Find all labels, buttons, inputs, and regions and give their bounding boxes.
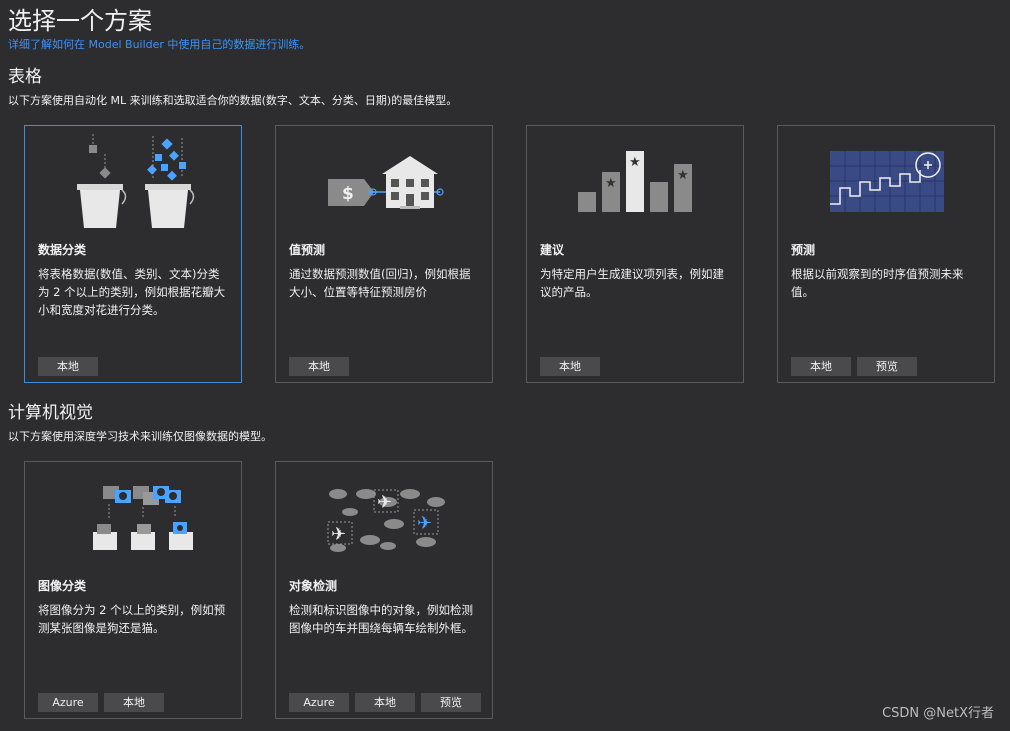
svg-text:★: ★ [605,176,617,191]
card-title: 数据分类 [38,243,87,257]
timeseries-icon [778,126,994,236]
card-description: 通过数据预测数值(回归)，例如根据大小、位置等特征预测房价 [289,267,471,299]
tag-azure[interactable]: Azure [289,693,349,712]
section-title-computer-vision: 计算机视觉 [8,403,93,423]
svg-text:★: ★ [677,168,689,183]
scenario-card-object-detection[interactable]: ✈ ✈ ✈ 对象检测 检测和标识图像中的对象，例如检测图像中的车并围绕每辆车绘制… [275,461,493,719]
card-description: 为特定用户生成建议项列表，例如建议的产品。 [540,267,724,299]
tag-local[interactable]: 本地 [355,693,415,712]
tag-local[interactable]: 本地 [104,693,164,712]
svg-text:✈: ✈ [417,513,432,534]
house-price-icon: $ [276,126,492,236]
tag-azure[interactable]: Azure [38,693,98,712]
card-description: 根据以前观察到的时序值预测未来值。 [791,267,964,299]
buckets-icon [25,126,241,236]
tag-local[interactable]: 本地 [540,357,600,376]
card-title: 对象检测 [289,579,338,593]
card-description: 将表格数据(数值、类别、文本)分类为 2 个以上的类别，例如根据花瓣大小和宽度对… [38,267,226,317]
card-title: 图像分类 [38,579,87,593]
scenario-card-value-prediction[interactable]: $ 值预测 通过数据预测数值(回归)，例如根据大小、位置等特征预测房价 本地 [275,125,493,383]
card-title: 建议 [540,243,565,257]
scenario-card-image-classification[interactable]: 图像分类 将图像分为 2 个以上的类别，例如预测某张图像是狗还是猫。 Azure… [24,461,242,719]
scenario-card-data-classification[interactable]: 数据分类 将表格数据(数值、类别、文本)分类为 2 个以上的类别，例如根据花瓣大… [24,125,242,383]
tag-local[interactable]: 本地 [289,357,349,376]
section-desc-computer-vision: 以下方案使用深度学习技术来训练仅图像数据的模型。 [8,430,272,443]
learn-more-link[interactable]: 详细了解如何在 Model Builder 中使用自己的数据进行训练。 [8,38,310,52]
section-title-tabular: 表格 [8,67,42,87]
tag-local[interactable]: 本地 [38,357,98,376]
section-desc-tabular: 以下方案使用自动化 ML 来训练和选取适合你的数据(数字、文本、分类、日期)的最… [8,94,458,107]
image-folders-icon [25,462,241,572]
svg-text:$: $ [342,184,354,204]
page-title: 选择一个方案 [8,7,152,35]
card-description: 检测和标识图像中的对象，例如检测图像中的车并围绕每辆车绘制外框。 [289,603,473,635]
airplanes-clouds-icon: ✈ ✈ ✈ [276,462,492,572]
watermark: CSDN @NetX行者 [882,706,994,721]
svg-text:★: ★ [629,155,641,170]
tag-local[interactable]: 本地 [791,357,851,376]
scenario-card-forecasting[interactable]: 预测 根据以前观察到的时序值预测未来值。 本地 预览 [777,125,995,383]
card-title: 值预测 [289,243,326,257]
tag-preview[interactable]: 预览 [857,357,917,376]
scenario-card-recommendation[interactable]: ★ ★ ★ 建议 为特定用户生成建议项列表，例如建议的产品。 本地 [526,125,744,383]
svg-text:✈: ✈ [377,492,392,513]
bar-stars-icon: ★ ★ ★ [527,126,743,236]
card-description: 将图像分为 2 个以上的类别，例如预测某张图像是狗还是猫。 [38,603,226,635]
card-title: 预测 [791,243,816,257]
tag-preview[interactable]: 预览 [421,693,481,712]
svg-text:✈: ✈ [331,524,346,545]
